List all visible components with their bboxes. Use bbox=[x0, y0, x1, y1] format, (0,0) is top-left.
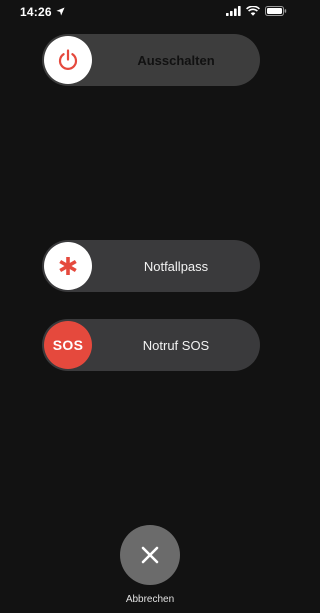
wifi-icon bbox=[246, 6, 260, 16]
close-icon bbox=[141, 546, 159, 564]
emergency-sos-slider[interactable]: SOS Notruf SOS bbox=[42, 319, 260, 371]
signal-icon bbox=[226, 6, 241, 16]
status-bar: 14:26 bbox=[0, 0, 300, 26]
status-icons bbox=[226, 6, 287, 16]
power-icon bbox=[58, 49, 78, 70]
emergency-sos-knob[interactable]: SOS bbox=[44, 321, 92, 369]
emergency-sos-label: Notruf SOS bbox=[142, 337, 210, 353]
cancel-label: Abbrechen bbox=[125, 594, 175, 605]
medical-id-label: Notfallpass bbox=[143, 258, 209, 274]
power-off-slider[interactable]: Ausschalten bbox=[42, 34, 260, 86]
battery-icon bbox=[265, 6, 287, 16]
sos-icon: SOS bbox=[52, 337, 84, 353]
location-arrow-icon bbox=[56, 7, 65, 16]
medical-id-knob[interactable] bbox=[44, 242, 92, 290]
medical-id-slider[interactable]: Notfallpass bbox=[42, 240, 260, 292]
power-off-knob[interactable] bbox=[44, 36, 92, 84]
power-off-label: Ausschalten bbox=[137, 52, 215, 68]
cancel-button[interactable] bbox=[120, 525, 180, 585]
status-time: 14:26 bbox=[20, 5, 52, 19]
asterisk-icon bbox=[59, 257, 77, 275]
